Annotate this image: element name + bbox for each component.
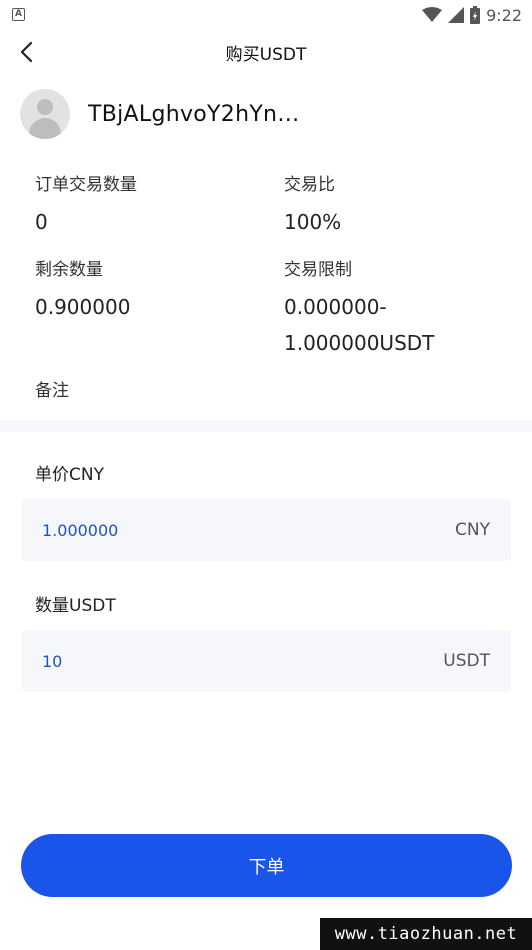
price-input[interactable]	[42, 520, 342, 540]
trade-ratio: 交易比 100%	[284, 170, 341, 240]
seller-name: TBjALghvoY2hYn…	[88, 101, 300, 127]
notification-icon: A	[12, 8, 25, 21]
avatar	[20, 89, 70, 139]
wifi-icon	[422, 7, 443, 22]
place-order-button[interactable]: 下单	[21, 834, 512, 897]
trade-ratio-label: 交易比	[284, 175, 335, 195]
limit-value: 0.000000- 1.000000USDT	[284, 289, 434, 361]
remark: 备注	[35, 376, 69, 401]
remark-label: 备注	[35, 381, 69, 401]
amount-label: 数量USDT	[35, 596, 116, 616]
price-unit: CNY	[455, 520, 490, 540]
watermark: www.tiaozhuan.net	[320, 918, 532, 950]
clock: 9:22	[486, 5, 522, 25]
seller-row: TBjALghvoY2hYn…	[20, 88, 308, 140]
order-volume: 订单交易数量 0	[35, 170, 137, 240]
remaining-amount: 剩余数量 0.900000	[35, 255, 130, 325]
status-icons: 9:22	[422, 5, 522, 25]
amount-unit: USDT	[443, 651, 490, 671]
order-volume-label: 订单交易数量	[35, 175, 137, 195]
limit-value-line1: 0.000000-	[284, 295, 387, 319]
status-bar: A 9:22	[0, 0, 532, 30]
section-divider	[0, 420, 532, 432]
limit-label: 交易限制	[284, 260, 352, 280]
page-title: 购买USDT	[225, 45, 307, 65]
battery-icon	[470, 6, 481, 24]
price-label: 单价CNY	[35, 465, 104, 485]
amount-input[interactable]	[42, 651, 342, 671]
app-header: 购买USDT	[0, 30, 532, 74]
trade-limit: 交易限制 0.000000- 1.000000USDT	[284, 255, 434, 361]
order-volume-value: 0	[35, 210, 48, 234]
remaining-value: 0.900000	[35, 295, 131, 319]
remaining-label: 剩余数量	[35, 260, 103, 280]
signal-icon	[448, 7, 465, 23]
trade-ratio-value: 100%	[284, 210, 342, 234]
limit-value-line2: 1.000000USDT	[284, 331, 435, 355]
amount-field[interactable]: USDT	[22, 630, 511, 692]
price-field[interactable]: CNY	[22, 499, 511, 561]
